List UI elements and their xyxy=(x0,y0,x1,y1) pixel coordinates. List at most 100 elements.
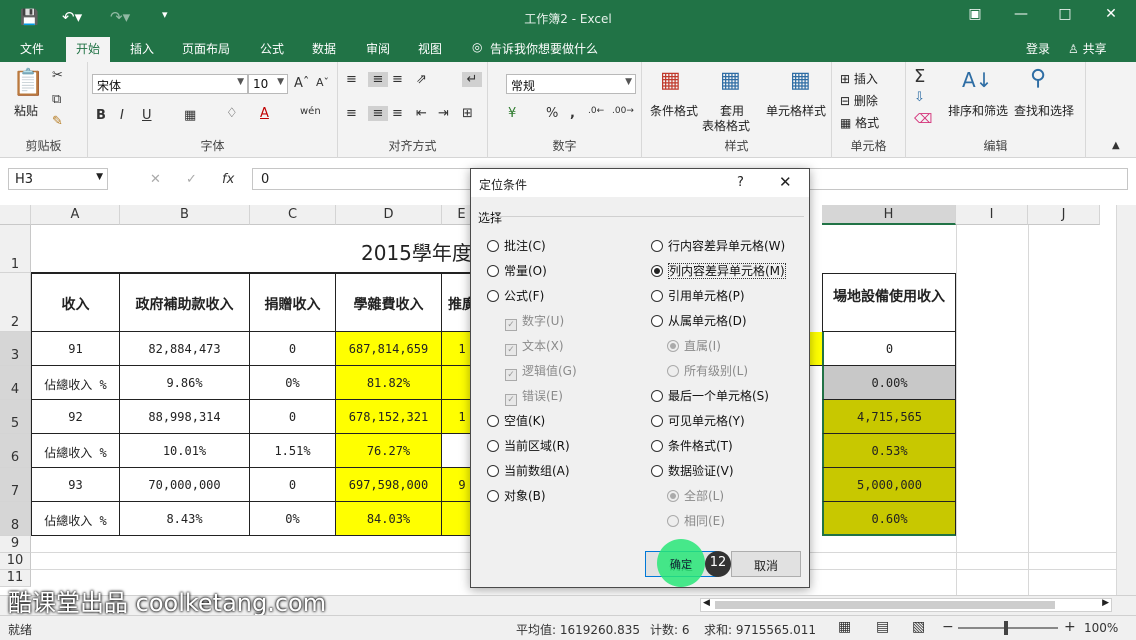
format-painter-icon[interactable]: ✎ xyxy=(52,114,63,129)
scroll-left-icon[interactable]: ◀ xyxy=(703,598,710,608)
col-header-h[interactable]: H xyxy=(822,205,956,225)
option-comments[interactable]: 批注(C) xyxy=(487,237,546,254)
row-header-5[interactable]: 5 xyxy=(0,400,31,434)
comma-icon[interactable]: , xyxy=(570,106,575,121)
option-current-array[interactable]: 当前数组(A) xyxy=(487,462,570,479)
col-header-a[interactable]: A xyxy=(31,205,120,225)
cell-a4[interactable]: 佔總收入 % xyxy=(31,366,120,400)
option-constants[interactable]: 常量(O) xyxy=(487,262,547,279)
option-direct-only[interactable]: 直属(I) xyxy=(667,337,721,354)
format-cells-button[interactable]: ▦ 格式 xyxy=(840,114,879,131)
shrink-font-icon[interactable]: Aˇ xyxy=(316,76,329,89)
option-conditional-formats[interactable]: 条件格式(T) xyxy=(651,437,733,454)
header-cell-d[interactable]: 學雜費收入 xyxy=(336,273,442,332)
find-select-icon[interactable]: ⚲ xyxy=(1030,66,1046,91)
cell-h8[interactable]: 0.60% xyxy=(822,502,956,536)
conditional-format-button[interactable]: 条件格式 xyxy=(650,102,698,119)
minimize-button[interactable]: — xyxy=(1006,6,1036,28)
vertical-scrollbar[interactable] xyxy=(1116,205,1136,615)
check-numbers[interactable]: ✓ 数字(U) xyxy=(505,312,564,331)
cell-a5[interactable]: 92 xyxy=(31,400,120,434)
header-cell-c[interactable]: 捐贈收入 xyxy=(250,273,336,332)
cell-d4[interactable]: 81.82% xyxy=(336,366,442,400)
option-row-differences[interactable]: 行内容差异单元格(W) xyxy=(651,237,785,254)
option-data-validation[interactable]: 数据验证(V) xyxy=(651,462,734,479)
zoom-slider[interactable] xyxy=(958,627,1058,629)
cell-styles-icon[interactable]: ▦ xyxy=(790,68,811,93)
tab-data[interactable]: 数据 xyxy=(312,40,336,57)
cell-a6[interactable]: 佔總收入 % xyxy=(31,434,120,468)
normal-view-icon[interactable]: ▦ xyxy=(838,619,851,635)
cell-styles-button[interactable]: 单元格样式 xyxy=(766,102,826,119)
cell-h5[interactable]: 4,715,565 xyxy=(822,400,956,434)
cell-b4[interactable]: 9.86% xyxy=(120,366,250,400)
cell-c8[interactable]: 0% xyxy=(250,502,336,536)
row-header-1[interactable]: 1 xyxy=(0,225,31,273)
font-size-combo[interactable]: 10 ▼ xyxy=(248,74,288,94)
cell-h7[interactable]: 5,000,000 xyxy=(822,468,956,502)
cell-c5[interactable]: 0 xyxy=(250,400,336,434)
row-header-8[interactable]: 8 xyxy=(0,502,31,536)
select-all-corner[interactable] xyxy=(0,205,31,225)
option-last-cell[interactable]: 最后一个单元格(S) xyxy=(651,387,769,404)
row-header-9[interactable]: 9 xyxy=(0,536,31,553)
tab-review[interactable]: 审阅 xyxy=(366,40,390,57)
col-header-d[interactable]: D xyxy=(336,205,442,225)
merge-center-icon[interactable]: ⊞ xyxy=(462,106,473,121)
font-color-icon[interactable]: A xyxy=(260,106,269,121)
sort-filter-icon[interactable]: A↓ xyxy=(962,68,992,92)
close-button[interactable]: ✕ xyxy=(1096,6,1126,28)
row-header-7[interactable]: 7 xyxy=(0,468,31,502)
zoom-in-icon[interactable]: + xyxy=(1064,619,1076,635)
option-current-region[interactable]: 当前区域(R) xyxy=(487,437,570,454)
clear-icon[interactable]: ⌫ xyxy=(914,112,932,127)
option-all-levels[interactable]: 所有级别(L) xyxy=(667,362,748,379)
autosum-icon[interactable]: Σ xyxy=(914,66,925,87)
phonetic-icon[interactable]: wén xyxy=(300,106,321,117)
cell-c4[interactable]: 0% xyxy=(250,366,336,400)
scroll-thumb[interactable] xyxy=(715,601,1055,609)
format-as-table-label-2[interactable]: 表格格式 xyxy=(702,117,750,134)
share-button[interactable]: ♙ 共享 xyxy=(1068,40,1107,57)
align-left-icon[interactable]: ≡ xyxy=(346,106,357,121)
align-middle-icon[interactable]: ≡ xyxy=(368,72,388,87)
orientation-icon[interactable]: ⇗ xyxy=(416,72,427,87)
cell-a7[interactable]: 93 xyxy=(31,468,120,502)
ribbon-display-icon[interactable]: ▣ xyxy=(960,6,990,28)
tab-insert[interactable]: 插入 xyxy=(130,40,154,57)
insert-function-icon[interactable]: fx xyxy=(222,172,234,187)
fill-color-icon[interactable]: ♢ xyxy=(226,106,238,121)
format-as-table-icon[interactable]: ▦ xyxy=(720,68,741,93)
cell-d3[interactable]: 687,814,659 xyxy=(336,332,442,366)
decrease-decimal-icon[interactable]: .00→ xyxy=(612,106,634,116)
cell-b7[interactable]: 70,000,000 xyxy=(120,468,250,502)
cell-b6[interactable]: 10.01% xyxy=(120,434,250,468)
col-header-i[interactable]: I xyxy=(956,205,1028,225)
zoom-level[interactable]: 100% xyxy=(1084,621,1118,635)
number-format-combo[interactable]: 常规 ▼ xyxy=(506,74,636,94)
cell-c6[interactable]: 1.51% xyxy=(250,434,336,468)
insert-cells-button[interactable]: ⊞ 插入 xyxy=(840,70,878,87)
row-header-6[interactable]: 6 xyxy=(0,434,31,468)
tab-file[interactable]: 文件 xyxy=(20,40,44,57)
decrease-indent-icon[interactable]: ⇤ xyxy=(416,106,427,121)
tab-formulas[interactable]: 公式 xyxy=(260,40,284,57)
cell-b3[interactable]: 82,884,473 xyxy=(120,332,250,366)
increase-indent-icon[interactable]: ⇥ xyxy=(438,106,449,121)
cell-a8[interactable]: 佔總收入 % xyxy=(31,502,120,536)
zoom-slider-thumb[interactable] xyxy=(1004,621,1008,635)
enter-icon[interactable]: ✓ xyxy=(186,172,197,187)
option-same[interactable]: 相同(E) xyxy=(667,512,725,529)
copy-icon[interactable]: ⧉ xyxy=(52,92,61,107)
col-header-b[interactable]: B xyxy=(120,205,250,225)
col-header-c[interactable]: C xyxy=(250,205,336,225)
increase-decimal-icon[interactable]: .0← xyxy=(588,106,604,116)
cell-h4[interactable]: 0.00% xyxy=(822,366,956,400)
name-box[interactable]: H3 ▼ xyxy=(8,168,108,190)
font-name-combo[interactable]: 宋体 ▼ xyxy=(92,74,248,94)
fill-icon[interactable]: ⇩ xyxy=(914,90,925,105)
grow-font-icon[interactable]: Aˆ xyxy=(294,76,309,91)
option-visible-cells[interactable]: 可见单元格(Y) xyxy=(651,412,745,429)
wrap-text-icon[interactable]: ↵ xyxy=(462,72,482,87)
percent-icon[interactable]: % xyxy=(546,106,558,121)
